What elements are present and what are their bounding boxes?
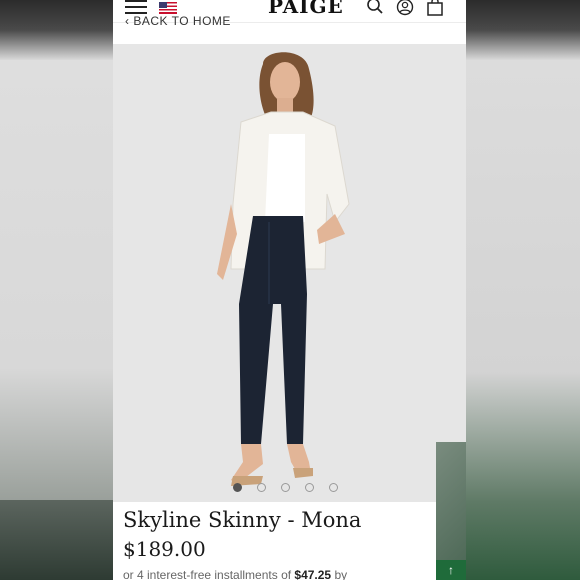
brand-logo[interactable]: PAIGE <box>268 0 344 18</box>
installment-amount: $47.25 <box>294 568 332 580</box>
product-image[interactable] <box>113 44 466 502</box>
search-icon[interactable] <box>366 0 384 15</box>
account-icon[interactable] <box>396 0 414 16</box>
carousel-dot[interactable] <box>281 483 290 492</box>
shopping-bag-icon[interactable] <box>426 0 444 16</box>
back-to-home-link[interactable]: ‹ BACK TO HOME <box>125 14 231 28</box>
carousel-dot[interactable] <box>329 483 338 492</box>
carousel-dot[interactable] <box>257 483 266 492</box>
us-flag-icon[interactable] <box>159 2 177 14</box>
installments-prefix: or 4 interest-free installments of <box>123 568 295 580</box>
model-photo <box>217 52 350 486</box>
backdrop-left <box>0 60 113 500</box>
carousel-dots <box>233 483 353 493</box>
installments-text: or 4 interest-free installments of $47.2… <box>123 568 347 580</box>
menu-icon[interactable] <box>125 0 147 14</box>
product-title: Skyline Skinny - Mona <box>123 508 362 532</box>
product-price: $189.00 <box>123 537 206 561</box>
widget-map <box>436 442 466 560</box>
side-widget[interactable]: ↑ <box>436 442 466 580</box>
carousel-dot[interactable] <box>305 483 314 492</box>
carousel-dot[interactable] <box>233 483 242 492</box>
backdrop-right <box>466 60 580 580</box>
arrow-up-icon[interactable]: ↑ <box>436 560 466 580</box>
installments-suffix: by <box>331 568 348 580</box>
phone-screen: PAIGE ‹ BACK TO HOME Skyline Skinny - Mo… <box>113 0 466 580</box>
